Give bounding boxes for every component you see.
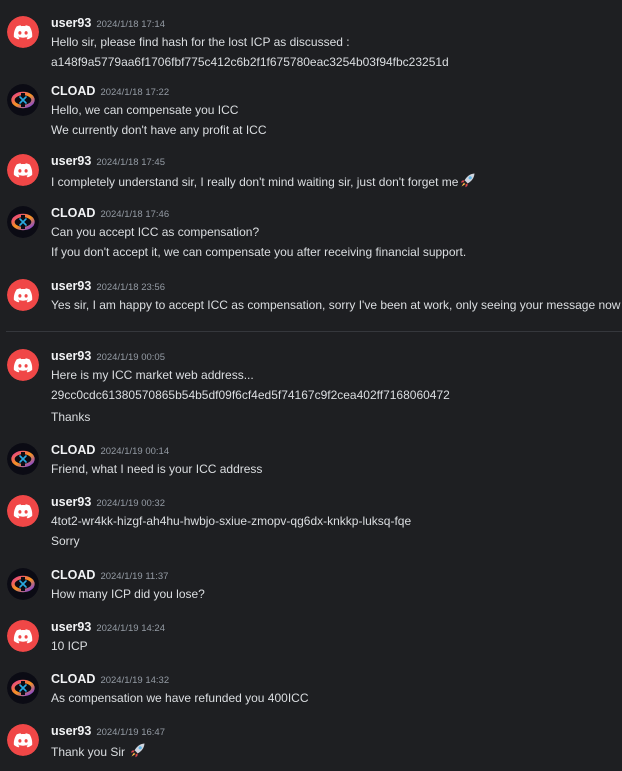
message-text: How many ICP did you lose? [51, 586, 205, 602]
message-text: Hello sir, please find hash for the lost… [51, 34, 350, 50]
message-timestamp: 2024/1/19 00:05 [96, 352, 165, 363]
author-name[interactable]: user93 [51, 349, 91, 363]
message-divider [6, 331, 622, 332]
message-text-content: Here is my ICC market web address... [51, 368, 254, 382]
cload-avatar-icon[interactable] [7, 206, 39, 238]
rocket-emoji-icon [129, 742, 146, 763]
discord-avatar-icon[interactable] [7, 349, 39, 381]
message-text: Yes sir, I am happy to accept ICC as com… [51, 297, 620, 313]
message-text: Hello, we can compensate you ICC [51, 102, 238, 118]
author-name[interactable]: user93 [51, 620, 91, 634]
message-text-content: Thanks [51, 410, 91, 424]
message-header: CLOAD 2024/1/19 14:32 [51, 671, 169, 689]
message-header: CLOAD 2024/1/19 11:37 [51, 567, 168, 585]
message-text: 29cc0cdc61380570865b54b5df09f6cf4ed5f741… [51, 387, 450, 403]
discord-avatar-icon[interactable] [7, 495, 39, 527]
message-text-content: Sorry [51, 534, 80, 548]
message-text-content: 29cc0cdc61380570865b54b5df09f6cf4ed5f741… [51, 388, 450, 402]
message-text: As compensation we have refunded you 400… [51, 690, 309, 706]
author-name[interactable]: CLOAD [51, 568, 95, 582]
author-name[interactable]: user93 [51, 16, 91, 30]
discord-avatar-icon[interactable] [7, 16, 39, 48]
message-text: Thank you Sir [51, 742, 146, 763]
cload-avatar-icon[interactable] [7, 443, 39, 475]
message-header: user93 2024/1/19 14:24 [51, 619, 165, 637]
message-text-content: 10 ICP [51, 639, 88, 653]
message-text: I completely understand sir, I really do… [51, 172, 476, 193]
message-text: Can you accept ICC as compensation? [51, 224, 259, 240]
cload-avatar-icon[interactable] [7, 568, 39, 600]
message-timestamp: 2024/1/19 00:14 [100, 446, 170, 457]
message-header: user93 2024/1/19 00:05 [51, 348, 165, 366]
message-text-content: We currently don't have any profit at IC… [51, 123, 267, 137]
message-timestamp: 2024/1/18 17:46 [100, 209, 170, 220]
author-name[interactable]: CLOAD [51, 84, 95, 98]
message-text: 4tot2-wr4kk-hizgf-ah4hu-hwbjo-sxiue-zmop… [51, 513, 411, 529]
message-text: Here is my ICC market web address... [51, 367, 254, 383]
rocket-emoji-icon [459, 172, 476, 193]
message-timestamp: 2024/1/19 11:37 [100, 571, 169, 582]
message-text-content: Friend, what I need is your ICC address [51, 462, 263, 476]
message-header: CLOAD 2024/1/18 17:46 [51, 205, 169, 223]
discord-avatar-icon[interactable] [7, 154, 39, 186]
message-header: user93 2024/1/18 23:56 [51, 278, 165, 296]
message-header: user93 2024/1/19 00:32 [51, 494, 165, 512]
chat-message-list: user93 2024/1/18 17:14 Hello sir, please f… [0, 0, 622, 771]
message-text: a148f9a5779aa6f1706fbf775c412c6b2f1f6757… [51, 54, 449, 70]
message-text: If you don't accept it, we can compensat… [51, 244, 466, 260]
author-name[interactable]: user93 [51, 724, 91, 738]
message-timestamp: 2024/1/18 17:45 [96, 157, 165, 168]
discord-avatar-icon[interactable] [7, 724, 39, 756]
author-name[interactable]: CLOAD [51, 672, 95, 686]
cload-avatar-icon[interactable] [7, 84, 39, 116]
message-text-content: a148f9a5779aa6f1706fbf775c412c6b2f1f6757… [51, 55, 449, 69]
message-timestamp: 2024/1/19 14:32 [100, 675, 170, 686]
author-name[interactable]: CLOAD [51, 443, 95, 457]
author-name[interactable]: user93 [51, 154, 91, 168]
message-text-content: I completely understand sir, I really do… [51, 175, 459, 189]
message-text-content: Yes sir, I am happy to accept ICC as com… [51, 298, 621, 312]
message-text: 10 ICP [51, 638, 88, 654]
message-timestamp: 2024/1/18 17:14 [96, 19, 165, 30]
message-header: CLOAD 2024/1/19 00:14 [51, 442, 169, 460]
message-header: user93 2024/1/18 17:14 [51, 15, 165, 33]
message-timestamp: 2024/1/19 14:24 [96, 623, 165, 634]
author-name[interactable]: CLOAD [51, 206, 95, 220]
message-timestamp: 2024/1/19 00:32 [96, 498, 165, 509]
message-text-content: As compensation we have refunded you 400… [51, 691, 309, 705]
message-text: We currently don't have any profit at IC… [51, 122, 267, 138]
message-text-content: How many ICP did you lose? [51, 587, 205, 601]
author-name[interactable]: user93 [51, 495, 91, 509]
message-text: Sorry [51, 533, 80, 549]
cload-avatar-icon[interactable] [7, 672, 39, 704]
message-header: user93 2024/1/18 17:45 [51, 153, 165, 171]
discord-avatar-icon[interactable] [7, 620, 39, 652]
author-name[interactable]: user93 [51, 279, 91, 293]
message-timestamp: 2024/1/19 16:47 [96, 727, 165, 738]
message-text-content: 4tot2-wr4kk-hizgf-ah4hu-hwbjo-sxiue-zmop… [51, 514, 412, 528]
message-header: user93 2024/1/19 16:47 [51, 723, 165, 741]
message-text-content: If you don't accept it, we can compensat… [51, 245, 467, 259]
message-timestamp: 2024/1/18 23:56 [96, 282, 165, 293]
message-text: Friend, what I need is your ICC address [51, 461, 262, 477]
discord-avatar-icon[interactable] [7, 279, 39, 311]
message-timestamp: 2024/1/18 17:22 [100, 87, 170, 98]
message-text-content: Hello sir, please find hash for the lost… [51, 35, 350, 49]
message-header: CLOAD 2024/1/18 17:22 [51, 83, 169, 101]
message-text: Thanks [51, 409, 90, 425]
message-text-content: Can you accept ICC as compensation? [51, 225, 260, 239]
message-text-content: Thank you Sir [51, 745, 129, 759]
message-text-content: Hello, we can compensate you ICC [51, 103, 239, 117]
